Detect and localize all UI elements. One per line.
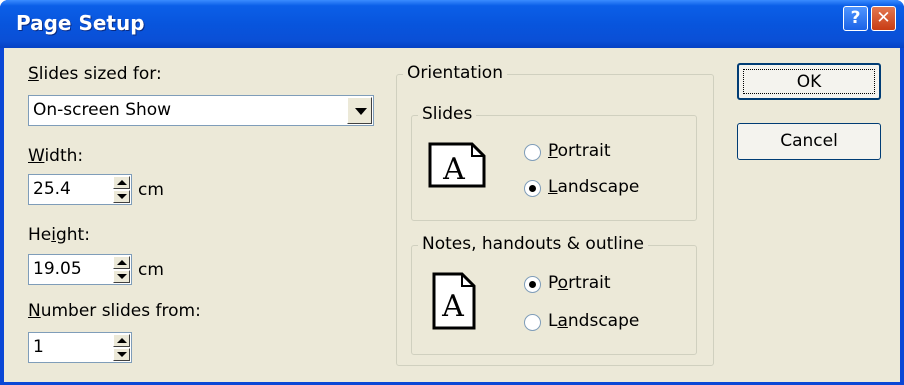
focus-rect — [743, 69, 875, 94]
page-setup-dialog: Page Setup ? ✕ Slides sized for: On-scre… — [0, 0, 904, 385]
chevron-down-icon[interactable] — [347, 97, 372, 124]
slides-sized-for-value: On-screen Show — [33, 100, 172, 120]
close-button[interactable]: ✕ — [871, 6, 896, 31]
height-up-icon[interactable] — [113, 256, 130, 269]
slides-sized-for-select[interactable]: On-screen Show — [28, 95, 374, 126]
height-unit: cm — [138, 260, 164, 280]
notes-portrait-label[interactable]: Portrait — [548, 273, 611, 293]
number-down-icon[interactable] — [113, 348, 130, 361]
slides-portrait-label[interactable]: Portrait — [548, 141, 611, 161]
portrait-page-icon: A — [432, 272, 476, 330]
svg-text:A: A — [441, 289, 464, 324]
slides-portrait-radio[interactable] — [524, 144, 541, 161]
notes-landscape-label[interactable]: Landscape — [548, 311, 639, 331]
orientation-group: Orientation Slides A Portrait Landscape … — [396, 63, 714, 366]
width-down-icon[interactable] — [113, 190, 130, 203]
notes-orientation-title: Notes, handouts & outline — [418, 234, 648, 254]
dialog-title: Page Setup — [16, 11, 145, 35]
number-slides-from-label: Number slides from: — [28, 301, 201, 321]
help-icon: ? — [850, 8, 861, 28]
width-up-icon[interactable] — [113, 176, 130, 189]
title-bar[interactable]: Page Setup ? ✕ — [0, 0, 904, 48]
slides-sized-for-label: Slides sized for: — [28, 64, 162, 84]
slides-landscape-radio[interactable] — [524, 180, 541, 197]
notes-orientation-group: Notes, handouts & outline A Portrait Lan… — [411, 234, 697, 355]
slides-orientation-group: Slides A Portrait Landscape — [411, 104, 697, 221]
svg-text:A: A — [442, 152, 465, 187]
width-label: Width: — [28, 146, 84, 166]
orientation-title: Orientation — [403, 63, 507, 83]
slides-orientation-title: Slides — [418, 104, 477, 124]
height-label: Height: — [28, 225, 90, 245]
height-down-icon[interactable] — [113, 270, 130, 283]
slides-landscape-label[interactable]: Landscape — [548, 177, 639, 197]
notes-portrait-radio[interactable] — [524, 276, 541, 293]
cancel-label: Cancel — [780, 131, 838, 151]
number-up-icon[interactable] — [113, 334, 130, 347]
help-button[interactable]: ? — [843, 6, 868, 31]
number-slides-from-spinner[interactable]: 1 — [28, 332, 132, 363]
width-unit: cm — [138, 180, 164, 200]
width-spinner[interactable]: 25.4 — [28, 174, 132, 205]
cancel-button[interactable]: Cancel — [737, 123, 881, 160]
dialog-body: Slides sized for: On-screen Show Width: … — [4, 48, 900, 382]
height-value: 19.05 — [33, 259, 82, 279]
number-slides-from-value: 1 — [33, 337, 44, 357]
ok-button[interactable]: OK — [737, 63, 881, 100]
notes-landscape-radio[interactable] — [524, 314, 541, 331]
width-value: 25.4 — [33, 179, 71, 199]
height-spinner[interactable]: 19.05 — [28, 254, 132, 285]
close-icon: ✕ — [876, 8, 891, 28]
landscape-page-icon: A — [428, 142, 486, 188]
